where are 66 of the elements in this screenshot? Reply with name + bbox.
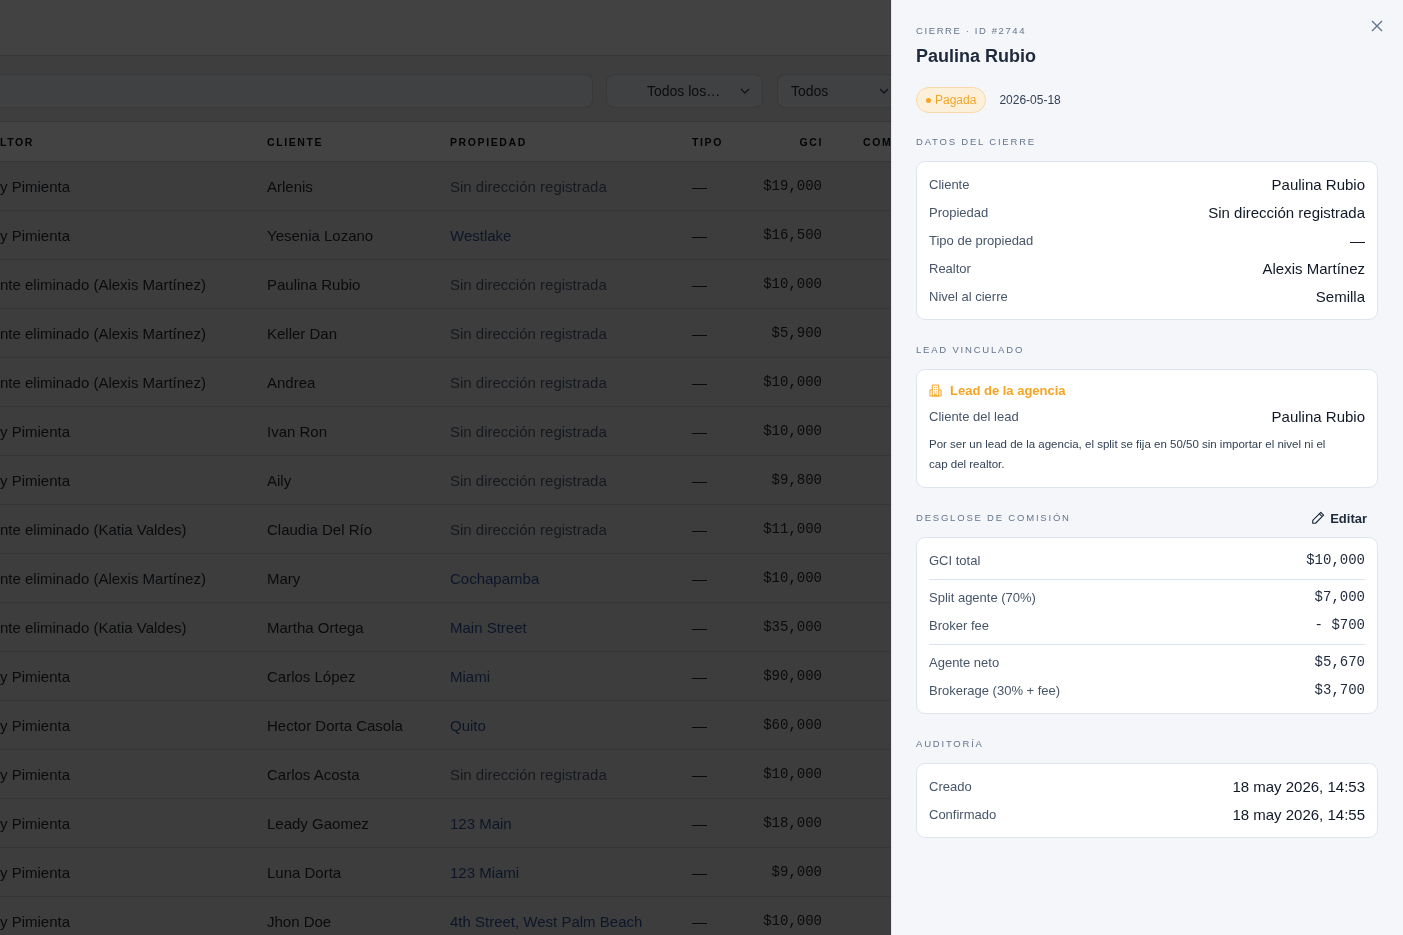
field-value: $3,700	[1314, 682, 1365, 698]
field-label: Tipo de propiedad	[929, 232, 1034, 248]
field-value: $5,670	[1314, 654, 1365, 670]
close-icon	[1371, 20, 1383, 32]
table-cell: —	[692, 814, 707, 832]
table-cell: —	[692, 422, 707, 440]
record-id-label: CIERRE · ID #2744	[916, 24, 1028, 38]
table-cell: —	[692, 912, 707, 930]
table-cell: —	[692, 471, 707, 489]
close-button[interactable]	[1369, 18, 1385, 34]
field-label: Split agente (70%)	[929, 589, 1036, 605]
table-cell: —	[692, 716, 707, 734]
pencil-icon	[1311, 511, 1326, 525]
section-title: DESGLOSE DE COMISIÓN	[916, 511, 1071, 525]
column-header: TIPO	[692, 135, 723, 148]
closing-date: 2026-05-18	[999, 93, 1061, 107]
column-header: LTOR	[0, 135, 34, 148]
field-label: Cliente del lead	[929, 408, 1019, 424]
field-label: Propiedad	[929, 204, 989, 220]
field-value: 18 may 2026, 14:53	[1232, 777, 1365, 795]
table-cell: —	[692, 275, 707, 293]
field-label: Confirmado	[929, 806, 997, 822]
lead-source-title: Lead de la agencia	[950, 383, 1066, 398]
field-label: Realtor	[929, 260, 971, 276]
column-header: COM	[863, 135, 891, 148]
field-label: Broker fee	[929, 617, 989, 633]
status-label: Pagada	[935, 93, 977, 107]
table-cell: —	[692, 667, 707, 685]
field-label: GCI total	[929, 552, 981, 568]
status-dot-icon	[926, 97, 931, 103]
chevron-icon	[740, 88, 750, 94]
field-label: Creado	[929, 778, 972, 794]
section-title: LEAD VINCULADO	[916, 343, 1025, 357]
section-title: DATOS DEL CIERRE	[916, 135, 1036, 149]
table-cell: —	[692, 863, 707, 881]
table-cell: —	[692, 618, 707, 636]
lead-note: Por ser un lead de la agencia, el split se fija en 50/50 sin importar el nivel ni el cap del realtor.	[929, 437, 1327, 472]
table-cell: —	[692, 765, 707, 783]
column-header: CLIENTE	[267, 135, 324, 148]
section-title: AUDITORÍA	[916, 737, 984, 751]
table-cell: —	[692, 373, 707, 391]
field-value: $7,000	[1314, 589, 1365, 605]
field-value: Paulina Rubio	[1271, 175, 1365, 193]
table-cell: —	[692, 226, 707, 244]
field-value: 18 may 2026, 14:55	[1232, 805, 1365, 823]
field-value: - $700	[1314, 617, 1365, 633]
field-value: Semilla	[1315, 287, 1365, 305]
panel-title: Paulina Rubio	[916, 45, 1037, 68]
field-value: Sin dirección registrada	[1208, 203, 1365, 221]
field-value: Alexis Martínez	[1262, 259, 1365, 277]
field-value: Paulina Rubio	[1271, 407, 1365, 425]
table-cell: —	[692, 569, 707, 587]
edit-button[interactable]: Editar	[1305, 506, 1378, 530]
field-value: $10,000	[1306, 552, 1365, 568]
column-header: GCI	[799, 135, 823, 148]
chevron-icon	[879, 88, 889, 94]
building-icon	[929, 384, 942, 397]
field-label: Brokerage (30% + fee)	[929, 682, 1061, 698]
field-label: Agente neto	[929, 654, 1000, 670]
field-label: Nivel al cierre	[929, 288, 1008, 304]
table-cell: —	[692, 520, 707, 538]
table-cell: —	[692, 324, 707, 342]
field-value: —	[1350, 231, 1365, 249]
field-label: Cliente	[929, 176, 970, 192]
table-cell: —	[692, 177, 707, 195]
column-header: PROPIEDAD	[450, 135, 527, 148]
